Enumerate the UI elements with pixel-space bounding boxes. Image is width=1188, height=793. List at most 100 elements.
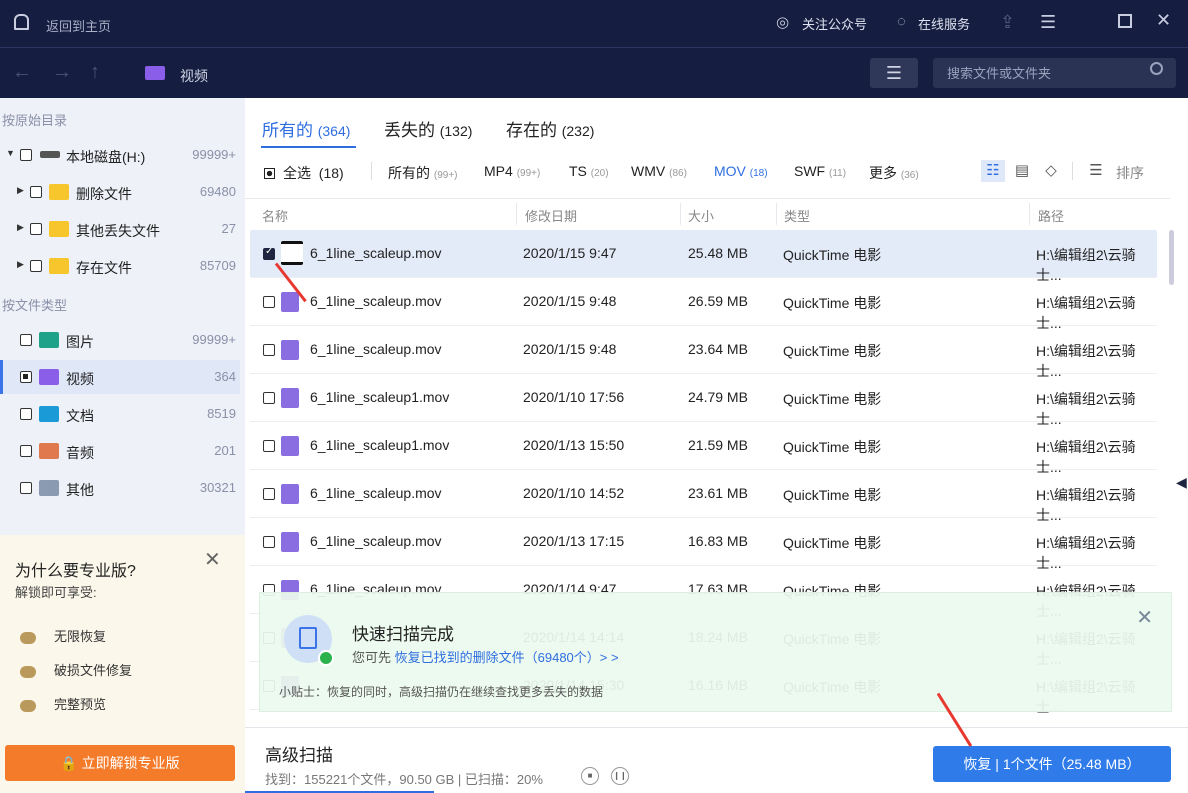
file-size: 24.79 MB (688, 389, 748, 405)
forward-arrow-icon[interactable]: → (52, 61, 72, 84)
section-by-type: 按文件类型 (2, 298, 68, 313)
col-date[interactable]: 修改日期 (525, 206, 577, 225)
count: 201 (214, 443, 236, 458)
row-checkbox[interactable] (263, 536, 275, 548)
file-size: 16.83 MB (688, 533, 748, 549)
scan-status: 找到：155221个文件，90.50 GB | 已扫描：20% (265, 772, 543, 787)
row-checkbox[interactable] (263, 246, 275, 260)
row-checkbox[interactable] (263, 392, 275, 404)
label: 删除文件 (76, 186, 132, 202)
follow-link[interactable]: 关注公众号 (802, 14, 867, 33)
maximize-icon[interactable] (1118, 14, 1132, 28)
audio-icon (39, 443, 59, 459)
pause-icon[interactable]: ❙❙ (611, 767, 629, 785)
search-input[interactable] (933, 58, 1176, 88)
checkbox[interactable] (20, 445, 32, 457)
checkbox[interactable] (20, 149, 32, 161)
sidebar-item-other[interactable]: 其他 30321 (0, 471, 240, 505)
tag-icon[interactable]: ◇ (1039, 160, 1063, 182)
sidebar-item-deleted-files[interactable]: ▶ 删除文件 69480 (0, 175, 240, 209)
row-checkbox[interactable] (263, 488, 275, 500)
table-row[interactable]: 6_1line_scaleup.mov 2020/1/10 14:52 23.6… (250, 470, 1157, 523)
row-checkbox[interactable] (263, 440, 275, 452)
filter-more[interactable]: 更多 (36) (869, 163, 919, 183)
expand-icon[interactable]: ▶ (17, 222, 24, 233)
table-row[interactable]: 6_1line_scaleup.mov 2020/1/15 9:47 25.48… (250, 230, 1157, 283)
checkbox[interactable] (20, 371, 32, 383)
row-checkbox[interactable] (263, 296, 275, 308)
active-tab-indicator (261, 146, 356, 148)
sidebar-item-documents[interactable]: 文档 8519 (0, 397, 240, 431)
collapse-panel-icon[interactable]: ◀ (1176, 474, 1187, 491)
filter-mov[interactable]: MOV (18) (714, 163, 768, 179)
scrollbar[interactable] (1169, 230, 1174, 285)
file-name: 6_1line_scaleup1.mov (310, 389, 450, 405)
label: 视频 (66, 371, 94, 387)
recover-deleted-link[interactable]: 恢复已找到的删除文件（69480个）> > (395, 650, 619, 665)
close-icon[interactable]: ✕ (1136, 605, 1153, 630)
mov-file-icon (281, 484, 299, 504)
col-size[interactable]: 大小 (688, 206, 714, 225)
back-to-home-link[interactable]: 返回到主页 (46, 16, 111, 35)
col-path[interactable]: 路径 (1038, 206, 1064, 225)
tab-all[interactable]: 所有的 (364) (262, 116, 350, 141)
infinity-icon (20, 631, 36, 644)
unlock-pro-button[interactable]: 🔒 立即解锁专业版 (5, 745, 235, 781)
expand-icon[interactable]: ▶ (17, 259, 24, 270)
checkbox[interactable] (30, 260, 42, 272)
filter-ts[interactable]: TS (20) (569, 163, 609, 179)
table-row[interactable]: 6_1line_scaleup1.mov 2020/1/13 15:50 21.… (250, 422, 1157, 475)
sidebar-item-audio[interactable]: 音频 201 (0, 434, 240, 468)
collapse-icon[interactable]: ▼ (6, 148, 15, 158)
search-icon[interactable] (1150, 62, 1163, 75)
sort-icon[interactable]: ☰ (1084, 160, 1108, 182)
checkbox[interactable] (30, 223, 42, 235)
sidebar-item-other-lost[interactable]: ▶ 其他丢失文件 27 (0, 212, 240, 246)
pro-promo-panel: 为什么要专业版? 解锁即可享受: ✕ 无限恢复 破损文件修复 完整预览 🔒 立即… (0, 535, 245, 793)
share-icon[interactable]: ⇪ (1000, 12, 1015, 33)
back-arrow-icon[interactable]: ← (12, 61, 32, 84)
detail-view-icon[interactable]: ▤ (1010, 160, 1034, 182)
file-type: QuickTime 电影 (783, 295, 882, 311)
menu-icon[interactable]: ☰ (1040, 12, 1056, 33)
checkbox[interactable] (30, 186, 42, 198)
mov-file-icon (281, 340, 299, 360)
tab-lost[interactable]: 丢失的 (132) (384, 116, 472, 141)
sidebar-item-existing[interactable]: ▶ 存在文件 85709 (0, 249, 240, 283)
main-panel: 所有的 (364) 丢失的 (132) 存在的 (232) 全选 (18) 所有… (245, 98, 1188, 793)
close-icon[interactable]: ✕ (1156, 10, 1171, 31)
filter-mp4[interactable]: MP4 (99+) (484, 163, 540, 179)
check-icon (318, 650, 334, 666)
table-row[interactable]: 6_1line_scaleup.mov 2020/1/15 9:48 23.64… (250, 326, 1157, 379)
tab-existing[interactable]: 存在的 (232) (506, 116, 594, 141)
home-icon[interactable] (14, 14, 29, 30)
recover-button[interactable]: 恢复 | 1个文件（25.48 MB） (933, 746, 1171, 782)
sort-button[interactable]: 排序 (1116, 163, 1144, 183)
view-menu-button[interactable]: ☰ (870, 58, 918, 88)
checkbox[interactable] (20, 334, 32, 346)
up-arrow-icon[interactable]: ↑ (90, 61, 100, 84)
col-name[interactable]: 名称 (262, 206, 288, 225)
select-all-checkbox[interactable]: 全选 (18) (264, 163, 344, 183)
service-link[interactable]: 在线服务 (918, 14, 970, 33)
table-row[interactable]: 6_1line_scaleup1.mov 2020/1/10 17:56 24.… (250, 374, 1157, 427)
table-row[interactable]: 6_1line_scaleup.mov 2020/1/13 17:15 16.8… (250, 518, 1157, 571)
row-checkbox[interactable] (263, 344, 275, 356)
table-row[interactable]: 6_1line_scaleup.mov 2020/1/15 9:48 26.59… (250, 278, 1157, 331)
stop-icon[interactable]: ■ (581, 767, 599, 785)
col-type[interactable]: 类型 (784, 206, 810, 225)
filter-all[interactable]: 所有的 (99+) (388, 163, 458, 183)
checkbox[interactable] (20, 482, 32, 494)
sidebar-item-video[interactable]: 视频 364 (0, 360, 240, 394)
list-view-icon[interactable]: ☷ (981, 160, 1005, 182)
advanced-scan-title: 高级扫描 (265, 746, 333, 765)
filter-wmv[interactable]: WMV (86) (631, 163, 687, 179)
sidebar-item-local-disk[interactable]: ▼ 本地磁盘(H:) 99999+ (0, 138, 240, 172)
folder-icon (49, 258, 69, 274)
expand-icon[interactable]: ▶ (17, 185, 24, 196)
close-icon[interactable]: ✕ (204, 547, 221, 572)
checkbox[interactable] (20, 408, 32, 420)
feature-unlimited: 无限恢复 (20, 626, 106, 645)
sidebar-item-images[interactable]: 图片 99999+ (0, 323, 240, 357)
filter-swf[interactable]: SWF (11) (794, 163, 846, 179)
